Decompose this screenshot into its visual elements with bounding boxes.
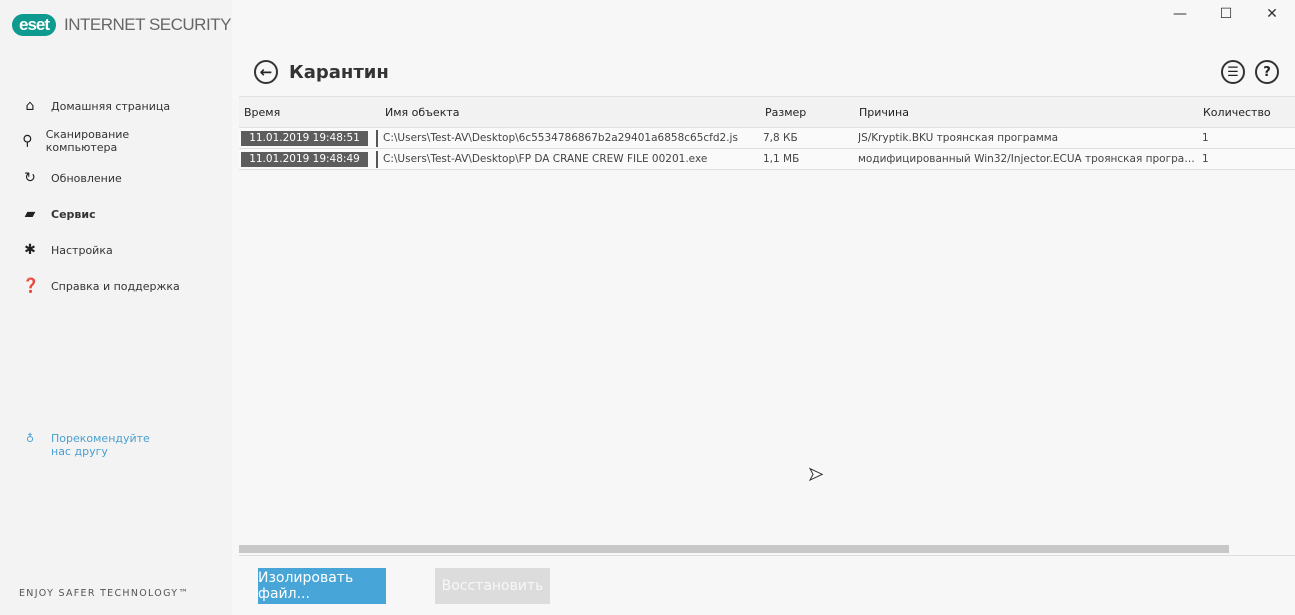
header-actions: ☰ ? [1221,60,1279,84]
divider [376,130,378,147]
sidebar-item-tools[interactable]: ▰ Сервис [22,206,227,222]
search-icon: ⚲ [22,133,33,149]
maximize-button[interactable]: ☐ [1203,6,1249,22]
table-row[interactable]: 11.01.2019 19:48:49 C:\Users\Test-AV\Des… [239,149,1295,170]
cell-size: 7,8 КБ [763,132,798,144]
column-header-count[interactable]: Количество [1203,97,1271,129]
help-icon: ❓ [22,278,40,294]
logo: eset INTERNET SECURITY [12,14,231,36]
quarantine-file-button[interactable]: Изолировать файл... [258,568,386,604]
window-controls: — ☐ ✕ [1157,6,1295,22]
help-icon[interactable]: ? [1255,60,1279,84]
main-panel: — ☐ ✕ ← Карантин ☰ ? Время Имя объекта Р… [232,0,1295,615]
cell-name: C:\Users\Test-AV\Desktop\6c5534786867b2a… [383,132,738,144]
gear-icon: ✱ [24,242,36,258]
sidebar-item-scan[interactable]: ⚲ Сканирование компьютера [22,128,152,154]
page-header: ← Карантин [254,60,389,84]
page-title: Карантин [289,61,389,83]
horizontal-scrollbar[interactable] [239,545,1229,553]
product-name: INTERNET SECURITY [64,15,231,34]
sidebar: eset INTERNET SECURITY ⌂ Домашняя страниц… [0,0,232,615]
cell-reason: JS/Kryptik.BKU троянская программа [858,132,1059,144]
sidebar-item-home[interactable]: ⌂ Домашняя страница [22,98,227,114]
table-header: Время Имя объекта Размер Причина Количес… [239,96,1295,128]
mouse-cursor-icon: ➤ [807,464,824,486]
recommend-link[interactable]: ♁ Порекомендуйте нас другу [22,432,171,458]
quarantine-table: Время Имя объекта Размер Причина Количес… [239,96,1295,170]
cell-count: 1 [1202,132,1209,144]
minimize-button[interactable]: — [1157,6,1203,22]
eset-logo: eset [12,14,57,36]
divider [239,555,1295,556]
award-icon: ♁ [25,432,35,445]
divider [376,151,378,168]
toolbox-icon: ▰ [24,206,36,222]
column-header-name[interactable]: Имя объекта [385,97,460,129]
sidebar-item-update[interactable]: ↻ Обновление [22,170,227,186]
cell-time: 11.01.2019 19:48:51 [241,131,368,146]
close-button[interactable]: ✕ [1249,6,1295,22]
home-icon: ⌂ [25,98,35,114]
cell-time: 11.01.2019 19:48:49 [241,152,368,167]
sidebar-item-setup[interactable]: ✱ Настройка [22,242,227,258]
refresh-icon: ↻ [24,170,36,186]
cell-size: 1,1 МБ [763,153,800,165]
cell-count: 1 [1202,153,1209,165]
cell-reason: модифицированный Win32/Injector.ECUA тро… [858,153,1198,165]
back-arrow-icon[interactable]: ← [254,60,278,84]
list-icon[interactable]: ☰ [1221,60,1245,84]
tagline: ENJOY SAFER TECHNOLOGY™ [19,588,190,599]
column-header-reason[interactable]: Причина [859,97,909,129]
column-header-time[interactable]: Время [244,97,280,129]
restore-button[interactable]: Восстановить [435,568,550,604]
sidebar-item-help[interactable]: ❓ Справка и поддержка [22,278,227,294]
column-header-size[interactable]: Размер [765,97,806,129]
table-row[interactable]: 11.01.2019 19:48:51 C:\Users\Test-AV\Des… [239,128,1295,149]
cell-name: C:\Users\Test-AV\Desktop\FP DA CRANE CRE… [383,153,708,165]
